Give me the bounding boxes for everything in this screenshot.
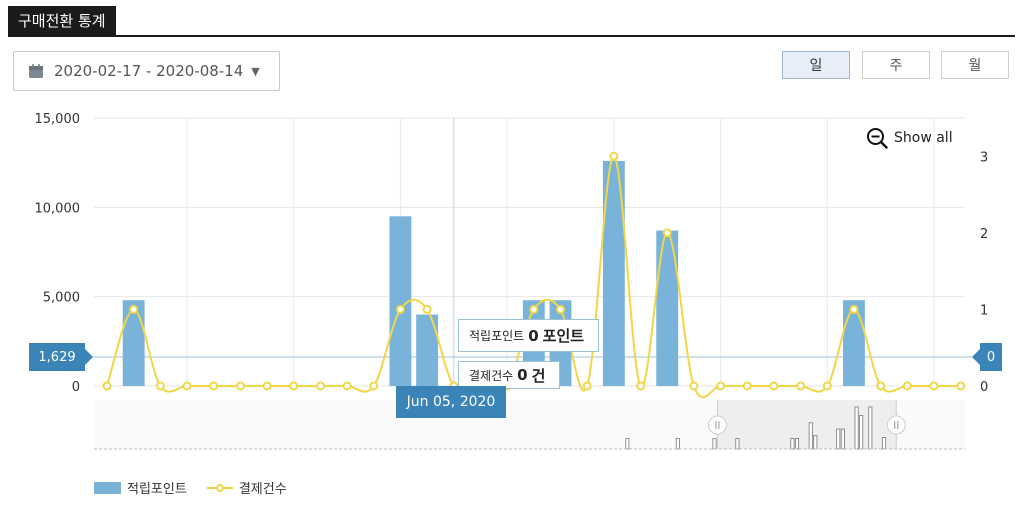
line-point — [822, 381, 832, 391]
tooltip-points-unit: 포인트 — [542, 327, 585, 345]
line-point — [422, 304, 432, 314]
navigator-bar — [790, 438, 795, 450]
navigator-bar — [712, 438, 717, 450]
legend-bar-label[interactable]: 적립포인트 — [127, 478, 187, 497]
y-left-tick-label: 5,000 — [43, 291, 80, 306]
y-right-tick-label: 0 — [980, 380, 988, 395]
crosshair-left-value-text: 1,629 — [38, 349, 76, 365]
bar-mark — [416, 314, 439, 386]
line-point — [369, 381, 379, 391]
line-point — [262, 381, 272, 391]
bar-series — [122, 160, 865, 386]
crosshair-date: Jun 05, 2020 — [396, 386, 506, 418]
line-point — [289, 381, 299, 391]
line-point — [529, 304, 539, 314]
legend-bar-swatch — [94, 481, 121, 494]
zoom-out-icon — [867, 128, 888, 149]
line-point — [582, 381, 592, 391]
line-point — [689, 381, 699, 391]
tooltip-points-value: 0 — [528, 326, 539, 345]
line-point — [235, 381, 245, 391]
line-point — [609, 151, 619, 161]
navigator-bar — [882, 437, 887, 450]
line-point — [769, 381, 779, 391]
tooltip-count-unit: 건 — [531, 366, 546, 385]
tooltip-points: 적립포인트 0 포인트 — [458, 319, 600, 352]
navigator-bar — [859, 414, 864, 450]
crosshair-date-text: Jun 05, 2020 — [406, 394, 496, 410]
navigator-bar — [868, 406, 873, 450]
y-right-tick-label: 3 — [980, 150, 988, 165]
line-point — [849, 304, 859, 314]
legend: 적립포인트 결제건수 — [94, 478, 287, 497]
line-point — [395, 304, 405, 314]
y-left-tick-label: 0 — [72, 380, 80, 395]
line-point — [556, 304, 566, 314]
y-left-tick-label: 10,000 — [35, 201, 81, 216]
navigator-handle[interactable] — [886, 415, 906, 435]
y-left-tick-label: 15,000 — [35, 112, 81, 127]
crosshair-left-value: 1,629 — [29, 343, 93, 371]
line-point — [342, 381, 352, 391]
navigator-bar — [840, 428, 845, 450]
line-point — [956, 381, 966, 391]
line-point — [742, 381, 752, 391]
line-point — [929, 381, 939, 391]
navigator-bar — [735, 438, 740, 450]
line-point — [129, 304, 139, 314]
crosshair-right-value-text: 0 — [986, 349, 996, 365]
tooltip-count: 결제건수 0 건 — [458, 361, 561, 389]
tooltip-count-value: 0 — [517, 366, 528, 384]
crosshair-right-value: 0 — [972, 343, 1002, 371]
show-all-button[interactable]: Show all — [866, 127, 953, 149]
line-point — [209, 381, 219, 391]
line-point — [636, 381, 646, 391]
legend-line-swatch — [206, 482, 233, 494]
line-point — [102, 381, 112, 391]
line-point — [716, 381, 726, 391]
legend-line-label[interactable]: 결제건수 — [239, 478, 287, 497]
line-point — [902, 381, 912, 391]
navigator-bar — [794, 438, 799, 450]
line-point — [182, 381, 192, 391]
line-point — [796, 381, 806, 391]
line-point — [155, 381, 165, 391]
y-right-tick-label: 1 — [980, 303, 988, 318]
chart[interactable]: 05,00010,00015,0000123May 26May 30Jun 03… — [0, 0, 1024, 505]
navigator-bar — [675, 438, 680, 450]
navigator-bar — [813, 434, 818, 450]
line-point — [315, 381, 325, 391]
navigator-bar — [808, 422, 813, 450]
line-point — [876, 381, 886, 391]
navigator-bar — [836, 428, 841, 450]
tooltip-count-label: 결제건수 — [469, 368, 514, 383]
y-right-tick-label: 2 — [980, 227, 988, 242]
navigator-bar — [854, 406, 859, 450]
show-all-label: Show all — [894, 130, 953, 146]
navigator — [94, 400, 965, 450]
navigator-handle[interactable] — [707, 415, 727, 435]
tooltip-points-label: 적립포인트 — [469, 329, 525, 343]
line-point — [662, 228, 672, 238]
navigator-bar — [625, 438, 630, 450]
